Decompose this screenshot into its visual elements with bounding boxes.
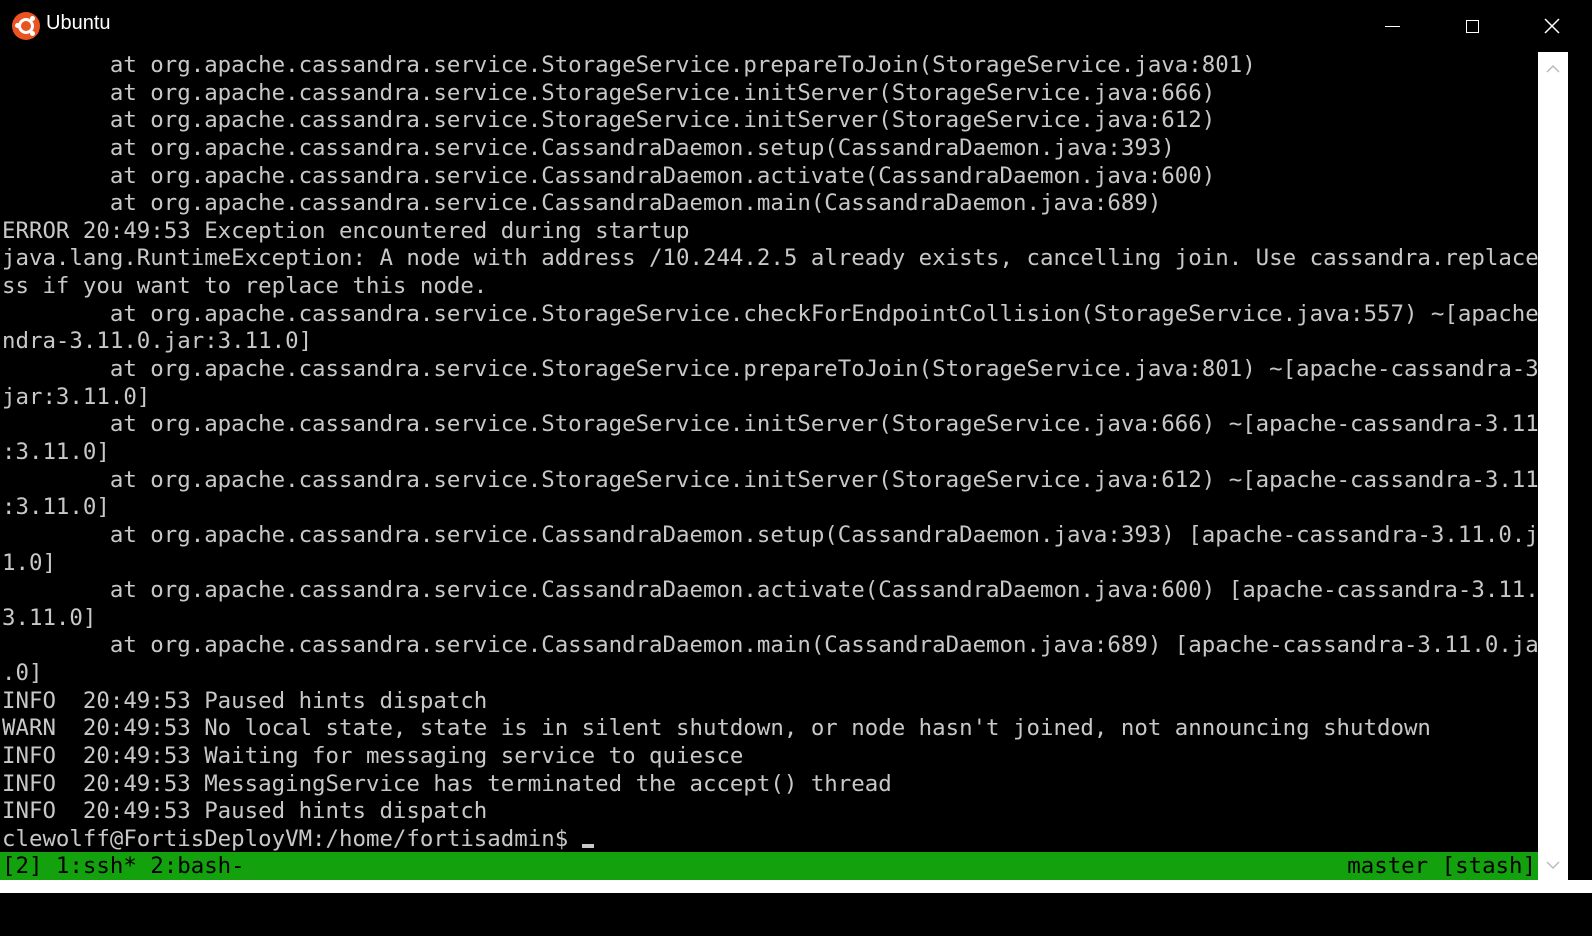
scroll-up-button[interactable] (1538, 54, 1568, 84)
terminal-line: ndra-3.11.0.jar:3.11.0] (2, 328, 313, 355)
shell-prompt-line[interactable]: clewolff@FortisDeployVM:/home/fortisadmi… (0, 826, 1561, 852)
terminal-line: at org.apache.cassandra.service.StorageS… (2, 300, 1561, 327)
terminal-line: :3.11.0] (2, 438, 110, 465)
terminal-line: at org.apache.cassandra.service.StorageS… (2, 107, 1216, 134)
scroll-down-button[interactable] (1538, 850, 1568, 880)
terminal-line: ss if you want to replace this node. (2, 273, 488, 300)
terminal-line: at org.apache.cassandra.service.Cassandr… (2, 134, 1175, 161)
terminal-line: at org.apache.cassandra.service.StorageS… (2, 356, 1561, 383)
scroll-down-arrow-icon (1546, 861, 1560, 870)
minimize-button[interactable] (1352, 0, 1432, 52)
title-bar: Ubuntu (0, 0, 1592, 52)
minimize-icon (1384, 25, 1400, 27)
terminal-line: 3.11.0] (2, 604, 97, 631)
shell-prompt: clewolff@FortisDeployVM:/home/fortisadmi… (2, 825, 582, 852)
tmux-git-status: master [stash] (1347, 853, 1536, 879)
terminal-line: at org.apache.cassandra.service.StorageS… (2, 411, 1561, 438)
text-cursor (581, 843, 594, 848)
close-button[interactable] (1512, 0, 1592, 52)
maximize-icon (1465, 19, 1479, 33)
tmux-window-list[interactable]: [2] 1:ssh* 2:bash- (2, 852, 245, 880)
terminal-line: jar:3.11.0] (2, 383, 151, 410)
terminal-line: at org.apache.cassandra.service.StorageS… (2, 466, 1561, 493)
terminal-line: at org.apache.cassandra.service.Cassandr… (2, 577, 1561, 604)
scroll-up-arrow-icon (1546, 64, 1560, 73)
terminal-line: WARN 20:49:53 No local state, state is i… (2, 715, 1431, 742)
terminal-line: INFO 20:49:53 Waiting for messaging serv… (2, 743, 744, 770)
terminal-line: at org.apache.cassandra.service.Cassandr… (2, 632, 1561, 659)
maximize-button[interactable] (1432, 0, 1512, 52)
terminal-line: 1.0] (2, 549, 56, 576)
terminal-line: ERROR 20:49:53 Exception encountered dur… (2, 217, 690, 244)
terminal-line: java.lang.RuntimeException: A node with … (2, 245, 1561, 272)
terminal-line: at org.apache.cassandra.service.StorageS… (2, 52, 1256, 78)
terminal-line: at org.apache.cassandra.service.StorageS… (2, 79, 1216, 106)
terminal-line: INFO 20:49:53 Paused hints dispatch (2, 798, 488, 825)
ubuntu-logo-icon[interactable] (12, 12, 40, 40)
terminal-line: at org.apache.cassandra.service.Cassandr… (2, 521, 1561, 548)
vertical-scrollbar[interactable] (1538, 52, 1568, 880)
window-bottom-border (0, 880, 1592, 893)
tmux-status-bar: [2] 1:ssh* 2:bash- master [stash] (0, 852, 1538, 880)
terminal-line: :3.11.0] (2, 494, 110, 521)
window-title: Ubuntu (46, 12, 111, 34)
terminal-line: at org.apache.cassandra.service.Cassandr… (2, 162, 1216, 189)
terminal-output[interactable]: at org.apache.cassandra.service.StorageS… (0, 52, 1561, 852)
close-icon (1544, 18, 1560, 34)
terminal-line: INFO 20:49:53 MessagingService has termi… (2, 770, 892, 797)
terminal-line: .0] (2, 660, 43, 687)
terminal-line: at org.apache.cassandra.service.Cassandr… (2, 190, 1162, 217)
terminal-line: INFO 20:49:53 Paused hints dispatch (2, 687, 488, 714)
